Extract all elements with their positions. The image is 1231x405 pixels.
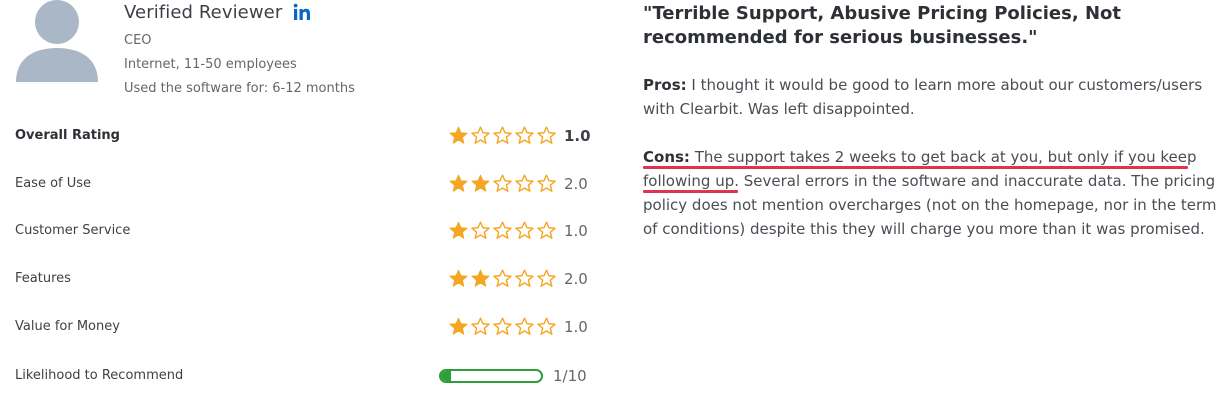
rating-value: 1.0 (564, 127, 591, 145)
star-filled-icon (449, 174, 468, 192)
star-filled-icon (449, 126, 468, 144)
star-filled-icon (449, 317, 468, 335)
star-empty-icon (493, 317, 512, 335)
rating-label: Value for Money (15, 319, 120, 334)
recommend-progress-fill (441, 371, 451, 381)
pros-label: Pros: (643, 76, 687, 94)
linkedin-icon[interactable] (293, 3, 311, 21)
rating-value: 1.0 (564, 318, 588, 336)
recommend-progress-bar (439, 369, 543, 383)
reviewer-panel: Verified Reviewer CEO Internet, 11-50 em… (0, 0, 600, 405)
rating-row-features: Features 2.0 (0, 267, 600, 293)
star-rating (449, 174, 556, 194)
reviewer-name: Verified Reviewer (124, 2, 283, 23)
star-rating (449, 221, 556, 241)
star-empty-icon (537, 221, 556, 239)
highlight-underline (643, 190, 738, 193)
recommend-label: Likelihood to Recommend (15, 368, 184, 383)
reviewer-title: CEO (124, 33, 152, 48)
avatar-icon (16, 0, 98, 82)
recommend-value: 1/10 (553, 367, 587, 385)
star-rating (449, 126, 556, 146)
star-empty-icon (515, 317, 534, 335)
star-empty-icon (537, 174, 556, 192)
star-empty-icon (493, 269, 512, 287)
star-filled-icon (471, 269, 490, 287)
cons-text: The support takes 2 weeks to get back at… (643, 148, 1217, 238)
rating-value: 1.0 (564, 222, 588, 240)
star-empty-icon (537, 317, 556, 335)
rating-row-recommend: Likelihood to Recommend 1/10 (0, 364, 600, 390)
star-empty-icon (493, 126, 512, 144)
star-empty-icon (537, 269, 556, 287)
reviewer-usage: Used the software for: 6-12 months (124, 81, 355, 96)
star-empty-icon (515, 221, 534, 239)
star-empty-icon (515, 126, 534, 144)
review-pros: Pros: I thought it would be good to lear… (643, 73, 1218, 121)
star-empty-icon (471, 317, 490, 335)
rating-label: Ease of Use (15, 176, 92, 191)
review-title: "Terrible Support, Abusive Pricing Polic… (643, 3, 1121, 48)
star-filled-icon (471, 174, 490, 192)
rating-row-ease-of-use: Ease of Use 2.0 (0, 172, 600, 198)
rating-label: Overall Rating (15, 128, 120, 143)
star-empty-icon (515, 174, 534, 192)
star-empty-icon (515, 269, 534, 287)
star-empty-icon (537, 126, 556, 144)
rating-label: Customer Service (15, 223, 131, 238)
rating-label: Features (15, 271, 71, 286)
star-rating (449, 269, 556, 289)
cons-label: Cons: (643, 148, 690, 166)
rating-value: 2.0 (564, 175, 588, 193)
star-empty-icon (493, 221, 512, 239)
rating-value: 2.0 (564, 270, 588, 288)
star-filled-icon (449, 269, 468, 287)
rating-row-value-for-money: Value for Money 1.0 (0, 315, 600, 341)
star-filled-icon (449, 221, 468, 239)
review-cons: Cons: The support takes 2 weeks to get b… (643, 145, 1218, 241)
reviewer-company: Internet, 11-50 employees (124, 57, 297, 72)
rating-row-overall: Overall Rating 1.0 (0, 124, 600, 150)
star-empty-icon (471, 221, 490, 239)
pros-text: I thought it would be good to learn more… (643, 76, 1203, 118)
rating-row-customer-service: Customer Service 1.0 (0, 219, 600, 245)
star-rating (449, 317, 556, 337)
highlight-underline (643, 166, 1188, 169)
star-empty-icon (471, 126, 490, 144)
star-empty-icon (493, 174, 512, 192)
